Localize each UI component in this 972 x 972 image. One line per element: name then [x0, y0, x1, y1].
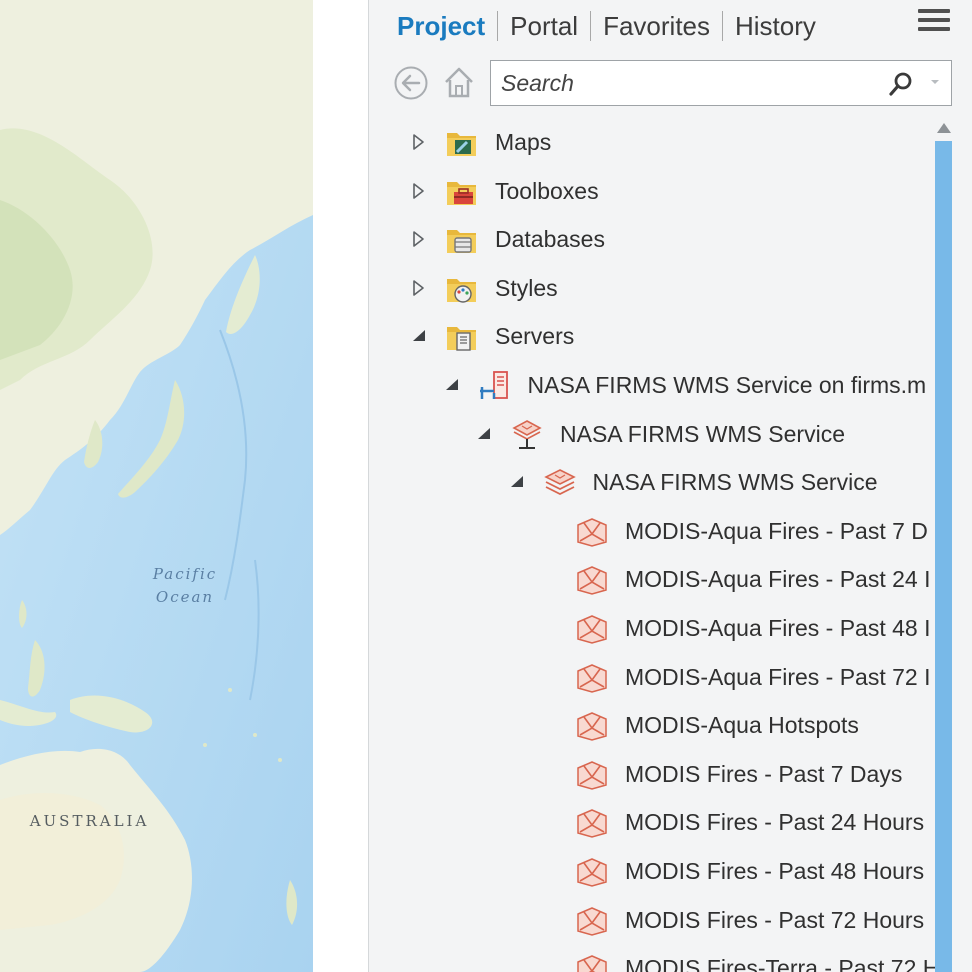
tree-item-label: NASA FIRMS WMS Service [560, 420, 845, 447]
tree-item[interactable]: NASA FIRMS WMS Service on firms.m [369, 363, 935, 407]
servers-folder-icon [445, 320, 479, 354]
tree-item[interactable]: Styles [369, 266, 935, 310]
pane-gap [313, 0, 368, 972]
expand-arrow-icon[interactable] [411, 132, 427, 152]
tree-item-label: Servers [495, 323, 575, 350]
tree-item[interactable]: NASA FIRMS WMS Service [369, 412, 935, 456]
scroll-up-arrow-icon[interactable] [933, 118, 955, 138]
catalog-pane: Project Portal Favorites History Search … [368, 0, 972, 972]
tab-history[interactable]: History [723, 9, 828, 43]
vertical-scrollbar-thumb[interactable] [935, 141, 952, 972]
collapse-arrow-icon[interactable] [476, 424, 492, 444]
tree-item-label: MODIS-Aqua Fires - Past 48 I [625, 615, 931, 641]
back-arrow-icon[interactable] [393, 65, 429, 101]
tree-item-label: MODIS-Aqua Hotspots [625, 712, 859, 739]
toolbox-folder-icon [445, 175, 479, 209]
tree-item-label: MODIS-Aqua Fires - Past 7 D [625, 517, 928, 544]
catalog-tree: Maps Toolboxes Databases Styles Servers NASA … [369, 120, 935, 972]
wms-service-icon [510, 418, 544, 452]
tree-item[interactable]: MODIS Fires-Terra - Past 72 H [369, 946, 935, 972]
tree-item[interactable]: MODIS-Aqua Fires - Past 48 I [369, 606, 935, 650]
wms-layers-icon [543, 466, 577, 500]
home-icon[interactable] [441, 64, 477, 100]
wms-layer-icon [575, 758, 609, 792]
wms-layer-icon [575, 661, 609, 695]
tree-item[interactable]: MODIS Fires - Past 72 Hours [369, 898, 935, 942]
collapse-arrow-icon[interactable] [444, 375, 460, 395]
tree-item-label: MODIS Fires-Terra - Past 72 H [625, 955, 935, 972]
tree-item[interactable]: Servers [369, 314, 935, 358]
search-icon[interactable] [887, 70, 915, 98]
hamburger-menu-icon[interactable] [918, 9, 950, 37]
collapse-arrow-icon[interactable] [411, 326, 427, 346]
map-view[interactable]: Pacific Ocean AUSTRALIA [0, 0, 313, 972]
tree-item-label: NASA FIRMS WMS Service [592, 469, 878, 496]
server-connection-icon [478, 369, 512, 403]
catalog-tabs: Project Portal Favorites History [397, 8, 828, 44]
chevron-down-icon[interactable] [928, 75, 942, 89]
tree-item[interactable]: NASA FIRMS WMS Service [369, 460, 935, 504]
expand-arrow-icon[interactable] [411, 278, 427, 298]
tree-item-label: Databases [495, 226, 605, 253]
tree-item-label: Toolboxes [495, 177, 599, 204]
tree-item[interactable]: MODIS-Aqua Fires - Past 72 I [369, 655, 935, 699]
search-box [490, 60, 952, 106]
tree-item-label: NASA FIRMS WMS Service on firms.m [527, 372, 927, 398]
tab-favorites[interactable]: Favorites [591, 9, 722, 43]
tree-item-label: MODIS-Aqua Fires - Past 24 I [625, 566, 931, 593]
tree-item[interactable]: Maps [369, 120, 935, 164]
map-label-ocean-line2: Ocean [155, 588, 215, 606]
tree-item-label: MODIS Fires - Past 24 Hours [625, 809, 925, 836]
tree-item[interactable]: Toolboxes [369, 169, 935, 213]
tree-item[interactable]: MODIS Fires - Past 24 Hours [369, 800, 935, 844]
tree-item[interactable]: MODIS-Aqua Fires - Past 24 I [369, 557, 935, 601]
wms-layer-icon [575, 952, 609, 972]
tree-item-label: MODIS Fires - Past 7 Days [625, 760, 903, 787]
wms-layer-icon [575, 904, 609, 938]
database-folder-icon [445, 223, 479, 257]
maps-folder-icon [445, 126, 479, 160]
wms-layer-icon [575, 563, 609, 597]
tree-item[interactable]: MODIS Fires - Past 48 Hours [369, 849, 935, 893]
collapse-arrow-icon[interactable] [509, 472, 525, 492]
tree-item[interactable]: Databases [369, 217, 935, 261]
expand-arrow-icon[interactable] [411, 181, 427, 201]
map-label-continent: AUSTRALIA [29, 812, 150, 830]
wms-layer-icon [575, 612, 609, 646]
tree-item-label: MODIS-Aqua Fires - Past 72 I [625, 663, 931, 690]
tree-item-label: Maps [495, 129, 552, 155]
styles-folder-icon [445, 272, 479, 306]
wms-layer-icon [575, 855, 609, 889]
map-label-ocean-line1: Pacific [152, 565, 218, 583]
tree-item-label: MODIS Fires - Past 72 Hours [625, 906, 925, 933]
tab-project[interactable]: Project [397, 9, 497, 43]
wms-layer-icon [575, 515, 609, 549]
tree-item-label: Styles [495, 274, 558, 301]
wms-layer-icon [575, 806, 609, 840]
tree-item[interactable]: MODIS Fires - Past 7 Days [369, 752, 935, 796]
tree-item[interactable]: MODIS-Aqua Fires - Past 7 D [369, 509, 935, 553]
expand-arrow-icon[interactable] [411, 229, 427, 249]
search-input[interactable] [501, 67, 871, 99]
tab-portal[interactable]: Portal [498, 9, 590, 43]
tree-item[interactable]: MODIS-Aqua Hotspots [369, 703, 935, 747]
tree-item-label: MODIS Fires - Past 48 Hours [625, 858, 925, 884]
wms-layer-icon [575, 709, 609, 743]
